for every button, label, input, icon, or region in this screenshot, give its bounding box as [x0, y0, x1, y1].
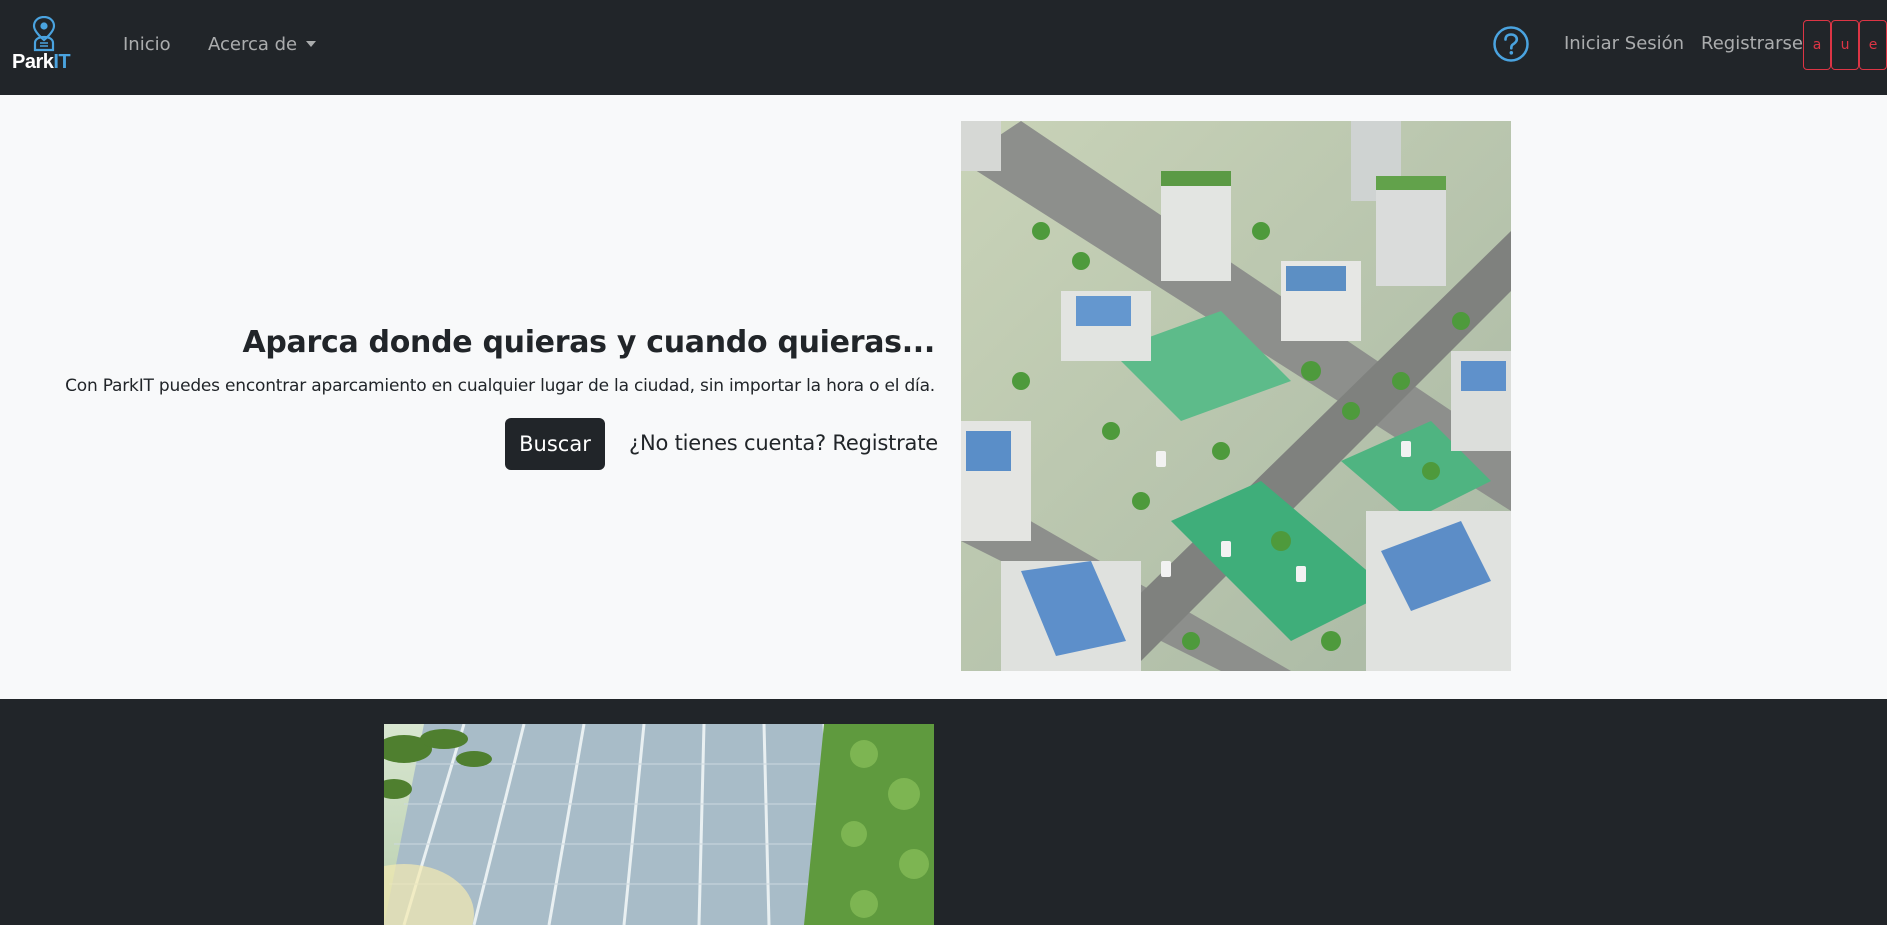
nav-link-inicio[interactable]: Inicio: [123, 34, 171, 55]
nav-link-register[interactable]: Registrarse: [1701, 33, 1803, 54]
char-button-e[interactable]: e: [1859, 20, 1887, 70]
char-button-a[interactable]: a: [1803, 20, 1831, 70]
hero-text-block: Aparca donde quieras y cuando quieras...…: [0, 95, 938, 699]
char-button-group: a u e: [1803, 20, 1887, 70]
nav-dropdown-acerca-label: Acerca de: [208, 34, 298, 55]
nav-link-login[interactable]: Iniciar Sesión: [1564, 33, 1684, 54]
hero-title: Aparca donde quieras y cuando quieras...: [242, 325, 935, 360]
logo-text-park: Park: [12, 51, 54, 73]
nav-dropdown-acerca[interactable]: Acerca de: [208, 34, 317, 55]
hero-section: Aparca donde quieras y cuando quieras...…: [0, 95, 1887, 699]
parkit-logo[interactable]: ParkIT: [12, 16, 76, 74]
caret-down-icon: [306, 41, 317, 47]
char-button-u[interactable]: u: [1831, 20, 1859, 70]
solar-garden-image: [384, 724, 934, 925]
question-circle-icon[interactable]: [1492, 25, 1530, 63]
city-aerial-image: [961, 121, 1511, 671]
hero-subtitle: Con ParkIT puedes encontrar aparcamiento…: [65, 376, 935, 396]
register-link[interactable]: ¿No tienes cuenta? Registrate: [629, 431, 938, 455]
navbar: ParkIT Inicio Acerca de Iniciar Sesión R…: [0, 0, 1887, 95]
logo-text-it: IT: [53, 51, 71, 73]
search-button[interactable]: Buscar: [505, 418, 605, 470]
parking-user-pin-icon: [32, 16, 56, 52]
logo-wordmark: ParkIT: [12, 51, 71, 74]
features-section: [0, 699, 1887, 925]
